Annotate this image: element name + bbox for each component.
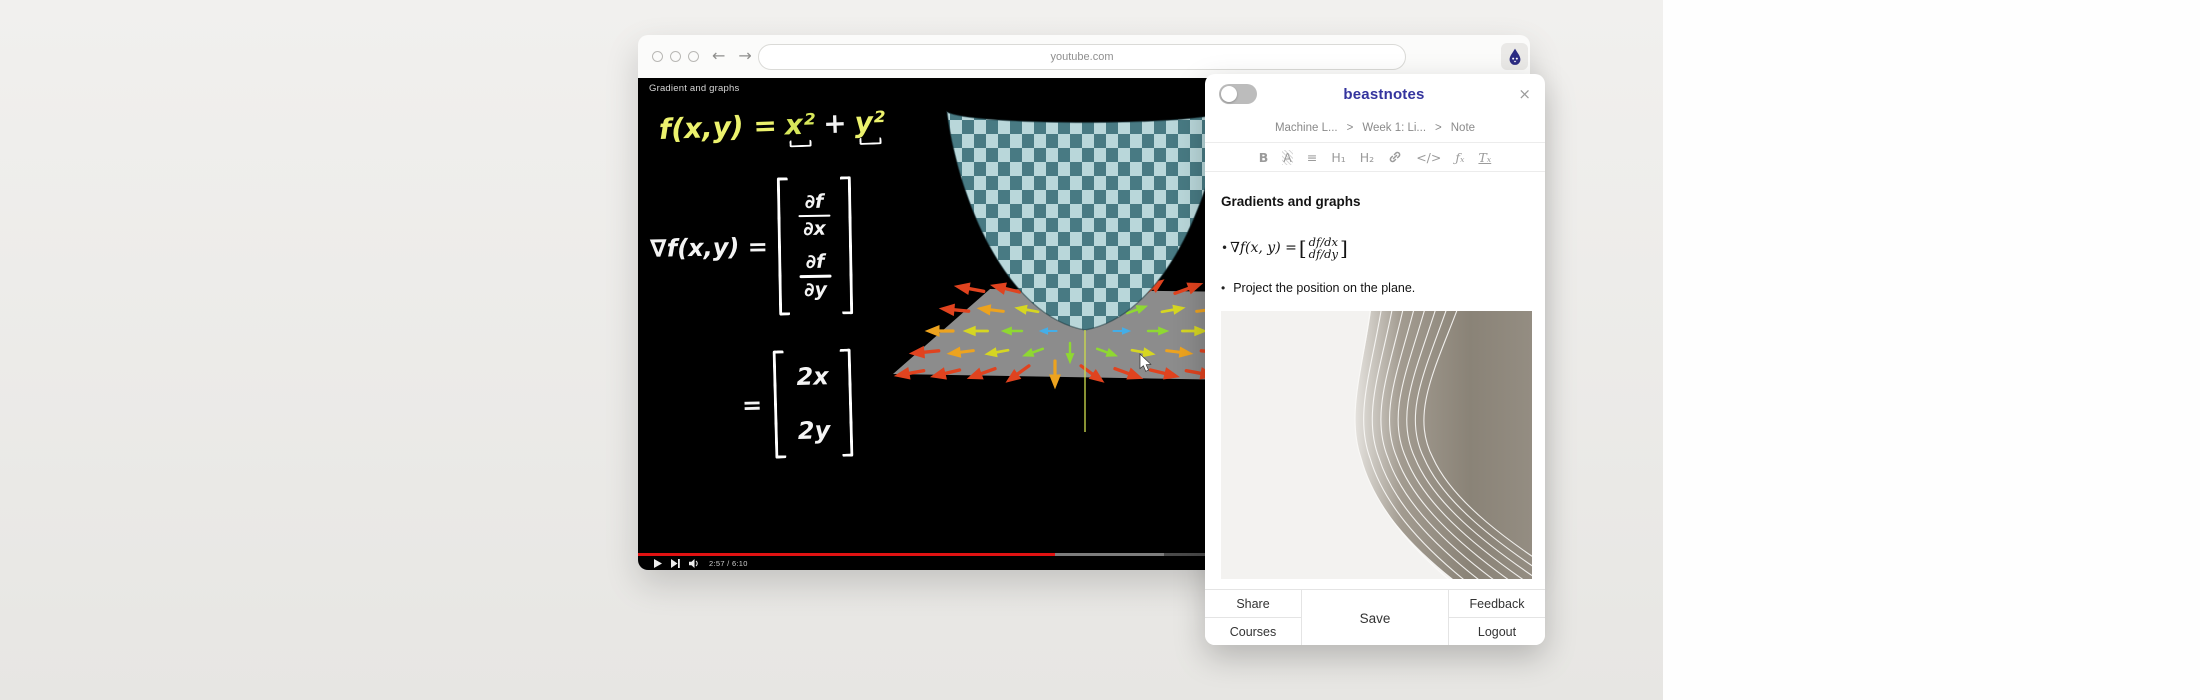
courses-button[interactable]: Courses [1205, 618, 1302, 645]
breadcrumb-separator: > [1435, 122, 1442, 134]
heading2-icon[interactable]: H₂ [1360, 150, 1374, 165]
highlight-icon[interactable]: A [1282, 150, 1293, 165]
video-timestamp: 2:57 / 6:10 [709, 559, 748, 568]
back-icon[interactable]: ← [712, 46, 725, 65]
browser-toolbar: ← → youtube.com [638, 35, 1530, 78]
note-editor[interactable]: Gradients and graphs • ∇f(x, y) = [ df/d… [1205, 172, 1545, 579]
beastnotes-drop-icon [1505, 47, 1525, 67]
breadcrumb: Machine L... > Week 1: Li... > Note [1205, 114, 1545, 142]
next-button[interactable] [671, 559, 680, 568]
address-bar[interactable]: youtube.com [758, 44, 1406, 70]
breadcrumb-separator: > [1347, 122, 1354, 134]
play-button[interactable] [654, 559, 662, 568]
heading1-icon[interactable]: H₁ [1331, 150, 1345, 165]
feedback-button[interactable]: Feedback [1448, 590, 1545, 618]
formula-vector: df/dx df/dy [1309, 236, 1338, 260]
bold-icon[interactable]: B [1259, 150, 1269, 165]
address-bar-url: youtube.com [1051, 51, 1114, 63]
logout-button[interactable]: Logout [1448, 618, 1545, 645]
note-formula-bullet: • ∇f(x, y) = [ df/dx df/dy ] [1221, 225, 1529, 271]
clear-math-icon[interactable]: Tₓ [1478, 150, 1491, 165]
extension-toggle[interactable] [1219, 84, 1257, 104]
editor-toolbar: B A ≡ H₁ H₂ </> ƒₓ Tₓ [1205, 142, 1545, 172]
code-icon[interactable]: </> [1416, 150, 1441, 165]
bullet-list-icon[interactable]: ≡ [1307, 150, 1317, 165]
progress-played [638, 553, 1055, 556]
breadcrumb-note[interactable]: Note [1451, 122, 1475, 134]
note-text-bullet: • Project the position on the plane. [1221, 279, 1529, 297]
breadcrumb-week[interactable]: Week 1: Li... [1362, 122, 1426, 134]
beastnotes-panel: beastnotes × Machine L... > Week 1: Li..… [1205, 74, 1545, 645]
close-icon[interactable]: × [1511, 85, 1531, 103]
math-function-icon[interactable]: ƒₓ [1455, 150, 1464, 165]
beastnotes-extension-button[interactable] [1501, 43, 1528, 70]
close-window-button[interactable] [652, 51, 663, 62]
panel-header: beastnotes × [1205, 74, 1545, 114]
volume-button[interactable] [689, 559, 700, 568]
formula-lhs: ∇f(x, y) = [1230, 240, 1297, 256]
link-icon[interactable] [1388, 150, 1402, 164]
minimize-window-button[interactable] [670, 51, 681, 62]
note-heading: Gradients and graphs [1221, 194, 1529, 209]
breadcrumb-course[interactable]: Machine L... [1275, 122, 1338, 134]
window-controls [652, 51, 699, 62]
note-image [1221, 311, 1532, 579]
panel-title: beastnotes [1257, 86, 1511, 103]
desktop-white-area [1663, 0, 2200, 700]
share-button[interactable]: Share [1205, 590, 1302, 618]
forward-icon[interactable]: → [738, 46, 751, 65]
toggle-knob [1221, 86, 1237, 102]
save-button[interactable]: Save [1302, 590, 1448, 645]
zoom-window-button[interactable] [688, 51, 699, 62]
panel-footer: Share Courses Save Feedback Logout [1205, 589, 1545, 645]
